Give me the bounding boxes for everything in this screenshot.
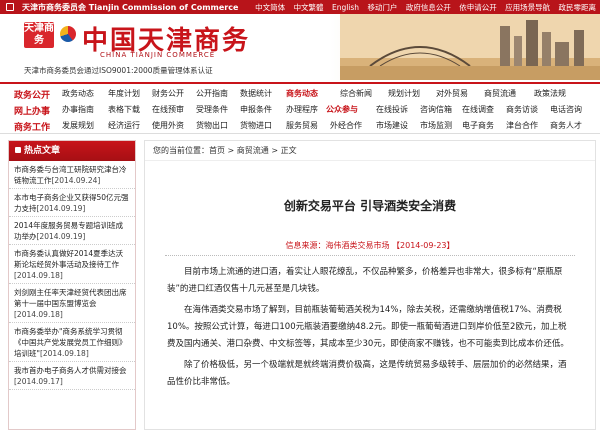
hot-article-date: [2014.09.17] bbox=[14, 377, 63, 386]
nav-item[interactable]: 在线预审 bbox=[152, 104, 184, 115]
nav-item[interactable]: 发展规划 bbox=[62, 120, 94, 131]
nav-item[interactable]: 市场监测 bbox=[420, 120, 452, 131]
article-source: 信息来源：海伟酒类交易市场 【2014-09-23】 bbox=[165, 240, 575, 256]
hot-articles-sidebar: 热点文章 市商务委与台湾工研院研究津台冷链物流工作[2014.09.24] 本市… bbox=[8, 140, 136, 430]
link-public-zero-distance[interactable]: 政民零距离 bbox=[559, 3, 597, 12]
nav-item[interactable]: 津台合作 bbox=[506, 120, 538, 131]
nav-category-online-services[interactable]: 网上办事 bbox=[14, 104, 50, 117]
nav-row-commerce-work: 商务工作 发展规划 经济运行 使用外资 货物出口 货物进口 服务贸易 外经合作 … bbox=[0, 120, 600, 134]
article-paragraph: 除了价格极低，另一个极端就是就终端消费价极高，这是传统贸易多级转手、层层加价的必… bbox=[167, 360, 567, 387]
top-utility-bar: 天津市商务委员会 Tianjin Commission of Commerce … bbox=[0, 0, 600, 14]
nav-item[interactable]: 对外贸易 bbox=[436, 88, 468, 99]
nav-item[interactable]: 货物出口 bbox=[196, 120, 228, 131]
nav-item[interactable]: 办理程序 bbox=[286, 104, 318, 115]
link-english[interactable]: English bbox=[332, 3, 359, 12]
nav-item[interactable]: 商贸流通 bbox=[484, 88, 516, 99]
list-item[interactable]: 本市电子商务企业又获得50亿元强力支持[2014.09.19] bbox=[9, 189, 135, 217]
hot-article-date: [2014.09.24] bbox=[51, 176, 101, 185]
sidebar-heading-text: 热点文章 bbox=[24, 146, 61, 156]
nav-item[interactable]: 规划计划 bbox=[388, 88, 420, 99]
nav-item[interactable]: 电话咨询 bbox=[550, 104, 582, 115]
list-item[interactable]: 刘剑刚主任率天津经贸代表团出席第十一届中国东盟博览会 [2014.09.18] bbox=[9, 284, 135, 323]
article-paragraph: 目前市场上流通的进口酒，着实让人眼花缭乱，不仅品种繁多，价格差异也非常大，很多标… bbox=[167, 267, 563, 294]
link-simplified-chinese[interactable]: 中文简体 bbox=[255, 3, 285, 12]
link-scene-nav[interactable]: 应用场景导航 bbox=[505, 3, 550, 12]
nav-item[interactable]: 电子商务 bbox=[462, 120, 494, 131]
nav-row-online-services: 网上办事 办事指南 表格下载 在线预审 受理条件 申报条件 办理程序 公众参与 … bbox=[0, 104, 600, 118]
nav-item[interactable]: 服务贸易 bbox=[286, 120, 318, 131]
nav-item[interactable]: 受理条件 bbox=[196, 104, 228, 115]
nav-item[interactable]: 政务动态 bbox=[62, 88, 94, 99]
nav-item[interactable]: 经济运行 bbox=[108, 120, 140, 131]
nav-item[interactable]: 货物进口 bbox=[240, 120, 272, 131]
site-banner: 天津商务 中国天津商务 CHINA TIANJIN COMMERCE 天津市商务… bbox=[0, 14, 600, 80]
nav-category-gov-affairs[interactable]: 政务公开 bbox=[14, 88, 50, 101]
nav-item[interactable]: 在线投诉 bbox=[376, 104, 408, 115]
list-item[interactable]: 我市首办电子商务人才供需对接会 [2014.09.17] bbox=[9, 362, 135, 390]
hot-article-date: [2014.09.19] bbox=[36, 232, 86, 241]
article-panel: 您的当前位置：首页 > 商贸流通 > 正文 创新交易平台 引导酒类安全消费 信息… bbox=[144, 140, 596, 430]
nav-category-commerce-work[interactable]: 商务工作 bbox=[14, 120, 50, 133]
hot-article-date: [2014.09.19] bbox=[36, 204, 86, 213]
home-icon[interactable] bbox=[6, 3, 14, 11]
breadcrumb[interactable]: 您的当前位置：首页 > 商贸流通 > 正文 bbox=[145, 141, 595, 161]
nav-item[interactable]: 使用外资 bbox=[152, 120, 184, 131]
square-bullet-icon bbox=[15, 147, 21, 153]
hot-article-date: [2014.09.18] bbox=[39, 349, 89, 358]
nav-item[interactable]: 商务访谈 bbox=[506, 104, 538, 115]
link-gov-info[interactable]: 政府信息公开 bbox=[406, 3, 451, 12]
nav-item[interactable]: 办事指南 bbox=[62, 104, 94, 115]
city-skyline-image bbox=[340, 14, 600, 80]
nav-item[interactable]: 申报条件 bbox=[240, 104, 272, 115]
sidebar-heading: 热点文章 bbox=[9, 141, 135, 161]
nav-item-highlight[interactable]: 商务动态 bbox=[286, 88, 318, 99]
hot-article-date: [2014.09.18] bbox=[14, 310, 63, 319]
nav-item[interactable]: 政策法规 bbox=[534, 88, 566, 99]
hot-article-date: [2014.09.18] bbox=[14, 271, 63, 280]
nav-item[interactable]: 市场建设 bbox=[376, 120, 408, 131]
list-item[interactable]: 市商务委认真做好2014夏季达沃斯论坛经贸外事活动及接待工作 [2014.09.1… bbox=[9, 245, 135, 284]
link-mobile-portal[interactable]: 移动门户 bbox=[367, 3, 397, 12]
link-traditional-chinese[interactable]: 中文繁體 bbox=[294, 3, 324, 12]
article-paragraph: 在海伟酒类交易市场了解到，目前瓶装葡萄酒关税为14%，除去关税，还需缴纳增值税1… bbox=[167, 305, 569, 349]
nav-item[interactable]: 年度计划 bbox=[108, 88, 140, 99]
certification-text: 天津市商务委员会通过ISO9001:2000质量管理体系认证 bbox=[24, 66, 213, 75]
list-item[interactable]: 市商务委举办"商务系统学习贯彻《中国共产党发展党员工作细则》培训班"[2014.… bbox=[9, 323, 135, 362]
top-links: 中文简体 中文繁體 English 移动门户 政府信息公开 依申请公开 应用场景… bbox=[249, 2, 596, 13]
link-on-request[interactable]: 依申请公开 bbox=[459, 3, 497, 12]
hot-article-title[interactable]: 我市首办电子商务人才供需对接会 bbox=[14, 366, 127, 375]
nav-item[interactable]: 综合新闻 bbox=[340, 88, 372, 99]
nav-item[interactable]: 咨询信箱 bbox=[420, 104, 452, 115]
list-item[interactable]: 2014年度服务贸易专题培训班成功举办[2014.09.19] bbox=[9, 217, 135, 245]
article-title: 创新交易平台 引导酒类安全消费 bbox=[283, 199, 457, 213]
hot-article-title[interactable]: 刘剑刚主任率天津经贸代表团出席第十一届中国东盟博览会 bbox=[14, 288, 127, 308]
main-navigation: 政务公开 政务动态 年度计划 财务公开 公开指南 数据统计 商务动态 综合新闻 … bbox=[0, 82, 600, 134]
nav-item[interactable]: 商务人才 bbox=[550, 120, 582, 131]
nav-item[interactable]: 表格下载 bbox=[108, 104, 140, 115]
nav-item[interactable]: 财务公开 bbox=[152, 88, 184, 99]
site-logo[interactable]: 天津商务 bbox=[24, 22, 54, 48]
hot-article-title[interactable]: 市商务委认真做好2014夏季达沃斯论坛经贸外事活动及接待工作 bbox=[14, 249, 123, 269]
nav-item[interactable]: 外经合作 bbox=[330, 120, 362, 131]
list-item[interactable]: 市商务委与台湾工研院研究津台冷链物流工作[2014.09.24] bbox=[9, 161, 135, 189]
nav-row-gov-affairs: 政务公开 政务动态 年度计划 财务公开 公开指南 数据统计 商务动态 综合新闻 … bbox=[0, 88, 600, 102]
site-subtitle: CHINA TIANJIN COMMERCE bbox=[100, 51, 216, 59]
nav-item[interactable]: 公开指南 bbox=[196, 88, 228, 99]
article-body: 目前市场上流通的进口酒，着实让人眼花缭乱，不仅品种繁多，价格差异也非常大，很多标… bbox=[145, 256, 595, 391]
nav-item[interactable]: 在线调查 bbox=[462, 104, 494, 115]
logo-emblem-icon bbox=[60, 26, 76, 42]
org-name: 天津市商务委员会 Tianjin Commission of Commerce bbox=[22, 3, 239, 12]
nav-item[interactable]: 数据统计 bbox=[240, 88, 272, 99]
nav-item-highlight[interactable]: 公众参与 bbox=[326, 104, 358, 115]
